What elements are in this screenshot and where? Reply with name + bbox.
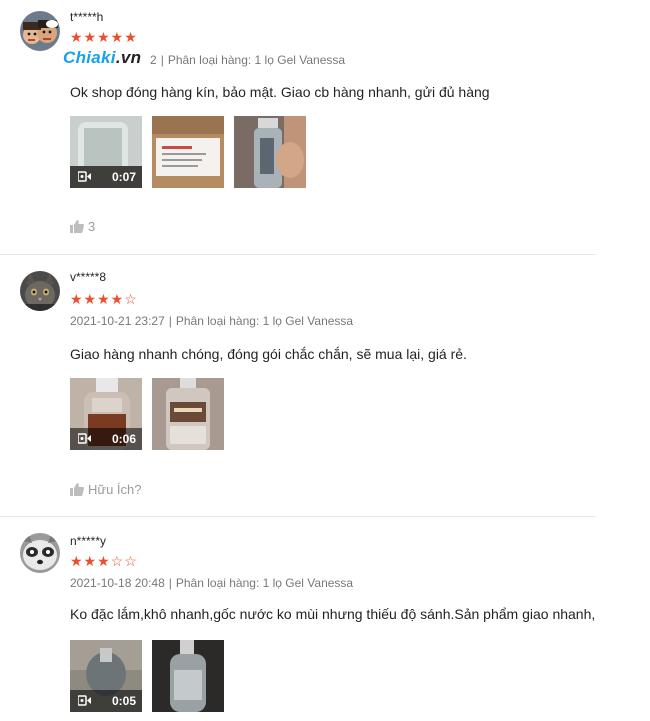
review-photo [152,116,224,188]
star-icon: ★★★★★ [70,29,138,45]
review-meta: 2021-10-18 20:48 | Phân loại hàng: 1 lọ Ge… [70,576,353,590]
like-button[interactable]: 3 [70,219,95,234]
video-bar: 0:06 [70,428,142,450]
avatar[interactable] [20,533,60,573]
review-item: n*****y ★★★☆☆ 2021-10-18 20:48 | Phân loại… [0,517,596,721]
variation-label: Phân loại hàng: 1 lọ Gel Vanessa [175,314,354,328]
star-icon: ★★★ [70,553,111,569]
review-comment: Giao hàng nhanh chóng, đóng gói chắc chắ… [70,346,467,362]
watermark-logo: Chiaki.vn [63,48,142,67]
review-photo [152,640,224,712]
review-image[interactable] [152,640,224,712]
review-video[interactable]: 0:06 [70,378,142,450]
meta-separator: | [168,576,172,590]
rating-stars: ★★★☆☆ [70,554,138,568]
review-date: 2021-10-21 23:27 [70,314,165,328]
variation-label: Phân loại hàng: 1 lọ Gel Vanessa [167,53,346,67]
video-camera-icon [78,695,91,706]
review-image[interactable] [152,116,224,188]
like-label: Hữu Ích? [88,482,142,497]
review-photo [234,116,306,188]
review-comment: Ok shop đóng hàng kín, bảo mật. Giao cb … [70,84,490,100]
meta-separator: | [168,314,172,328]
like-button[interactable]: Hữu Ích? [70,482,142,497]
video-bar: 0:05 [70,690,142,712]
review-image[interactable] [234,116,306,188]
video-camera-icon [78,171,91,182]
video-duration: 0:05 [111,694,136,708]
review-date: 2 [150,53,157,67]
rating-stars: ★★★★★ [70,30,138,44]
reviewer-username[interactable]: t*****h [70,10,103,24]
like-count: 3 [88,219,96,234]
star-icon: ★★★★ [70,291,125,307]
review-comment: Ko đặc lắm,khô nhanh,gốc nước ko mùi như… [70,606,596,622]
thumbs-up-icon [70,220,84,233]
video-duration: 0:07 [111,170,136,184]
star-empty-icon: ☆ [124,291,138,307]
review-date: 2021-10-18 20:48 [70,576,165,590]
meta-separator: | [160,53,164,67]
review-image[interactable] [152,378,224,450]
rating-stars: ★★★★☆ [70,292,138,306]
review-video[interactable]: 0:05 [70,640,142,712]
avatar[interactable] [20,271,60,311]
star-empty-icon: ☆☆ [110,553,138,569]
reviewer-username[interactable]: n*****y [70,534,106,548]
video-duration: 0:06 [111,432,136,446]
video-bar: 0:07 [70,166,142,188]
review-photo [152,378,224,450]
thumbs-up-icon [70,483,84,496]
review-video[interactable]: 0:07 [70,116,142,188]
review-meta: 2021-10-21 23:27 | Phân loại hàng: 1 lọ Ge… [70,314,353,328]
review-item: v*****8 ★★★★☆ 2021-10-21 23:27 | Phân loại… [0,255,596,516]
reviewer-username[interactable]: v*****8 [70,270,106,284]
review-item: t*****h ★★★★★ 2 | Phân loại hàng: 1 lọ Gel… [0,0,596,255]
video-camera-icon [78,433,91,444]
avatar[interactable] [20,11,60,51]
variation-label: Phân loại hàng: 1 lọ Gel Vanessa [175,576,354,590]
